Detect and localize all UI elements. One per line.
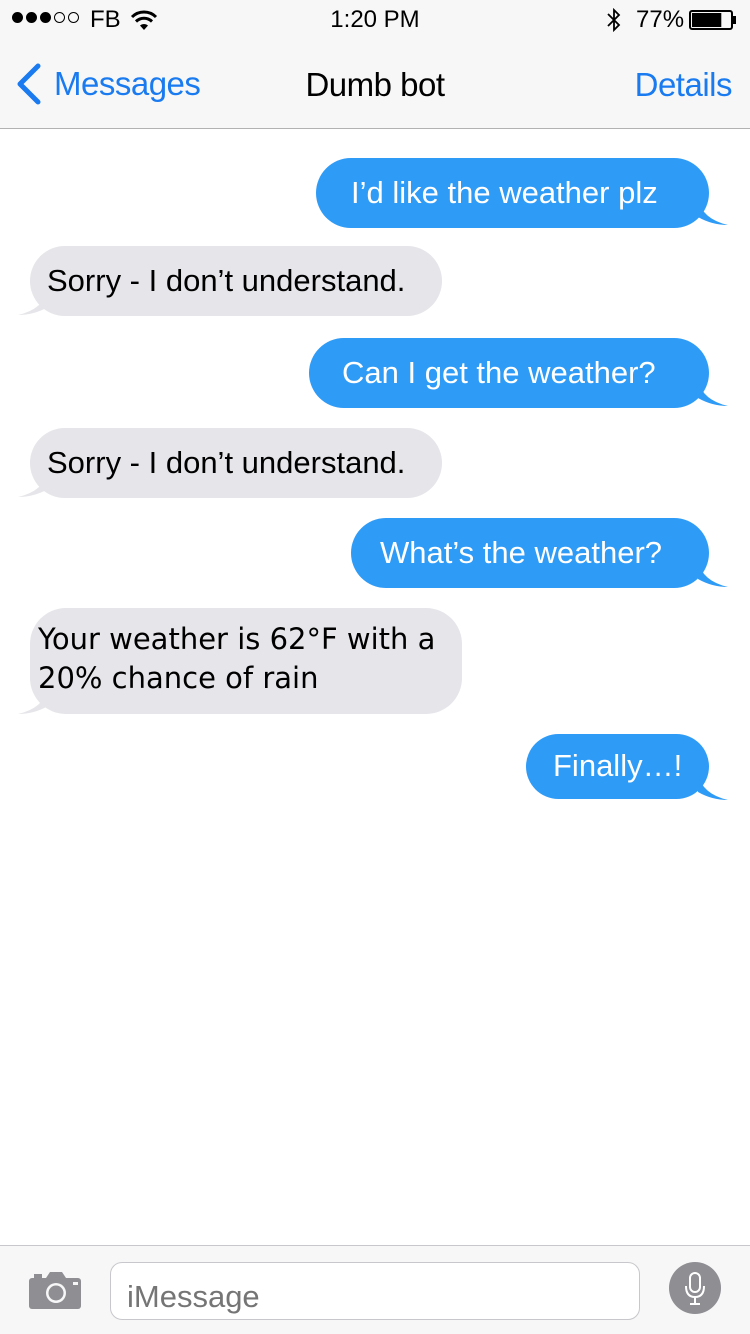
status-bar: FB 1:20 PM 77% <box>0 0 750 40</box>
incoming-message[interactable]: Your weather is 62°F with a 20% chance o… <box>30 608 462 714</box>
navigation-bar: Messages Dumb bot Details <box>0 40 750 129</box>
message-thread[interactable]: I’d like the weather plz Sorry - I don’t… <box>0 129 750 1245</box>
outgoing-message[interactable]: Finally…! <box>526 734 709 799</box>
outgoing-message[interactable]: I’d like the weather plz <box>316 158 709 228</box>
messages-screen: FB 1:20 PM 77% Messages Dumb bot Details <box>0 0 750 1334</box>
microphone-icon <box>685 1272 705 1305</box>
battery-percentage: 77% <box>636 6 685 33</box>
message-line: Your weather is 62°F with a <box>38 622 436 656</box>
bluetooth-icon <box>607 7 621 33</box>
message-line: 20% chance of rain <box>38 661 319 695</box>
outgoing-message[interactable]: What’s the weather? <box>351 518 709 588</box>
details-button[interactable]: Details <box>635 66 733 104</box>
camera-icon[interactable] <box>28 1272 82 1310</box>
message-composer <box>0 1245 750 1334</box>
outgoing-message[interactable]: Can I get the weather? <box>309 338 709 408</box>
incoming-message[interactable]: Sorry - I don’t understand. <box>30 246 442 316</box>
battery-icon <box>689 10 736 30</box>
imessage-input[interactable] <box>110 1262 640 1320</box>
incoming-message[interactable]: Sorry - I don’t understand. <box>30 428 442 498</box>
microphone-button[interactable] <box>669 1262 721 1314</box>
